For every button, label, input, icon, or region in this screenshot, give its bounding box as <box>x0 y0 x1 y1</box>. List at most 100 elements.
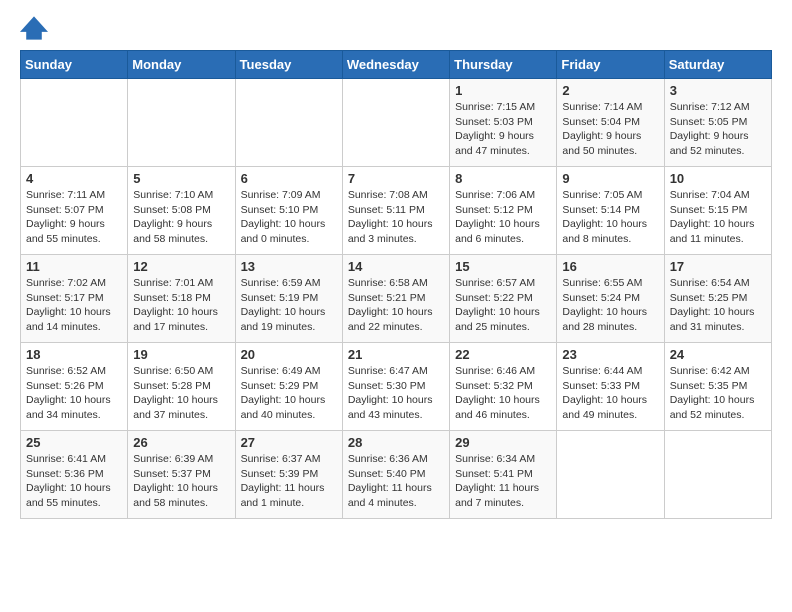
calendar-cell: 12 Sunrise: 7:01 AM Sunset: 5:18 PM Dayli… <box>128 255 235 343</box>
day-info: Sunrise: 7:15 AM Sunset: 5:03 PM Dayligh… <box>455 100 551 159</box>
day-info: Sunrise: 7:10 AM Sunset: 5:08 PM Dayligh… <box>133 188 229 247</box>
calendar-cell: 5 Sunrise: 7:10 AM Sunset: 5:08 PM Daylig… <box>128 167 235 255</box>
calendar-table: SundayMondayTuesdayWednesdayThursdayFrid… <box>20 50 772 519</box>
day-info: Sunrise: 7:09 AM Sunset: 5:10 PM Dayligh… <box>241 188 337 247</box>
day-number: 29 <box>455 435 551 450</box>
day-number: 5 <box>133 171 229 186</box>
day-info: Sunrise: 6:42 AM Sunset: 5:35 PM Dayligh… <box>670 364 766 423</box>
day-info: Sunrise: 7:12 AM Sunset: 5:05 PM Dayligh… <box>670 100 766 159</box>
calendar-cell <box>235 79 342 167</box>
calendar-cell: 23 Sunrise: 6:44 AM Sunset: 5:33 PM Dayli… <box>557 343 664 431</box>
day-number: 25 <box>26 435 122 450</box>
day-number: 15 <box>455 259 551 274</box>
day-number: 7 <box>348 171 444 186</box>
day-info: Sunrise: 6:41 AM Sunset: 5:36 PM Dayligh… <box>26 452 122 511</box>
calendar-cell: 6 Sunrise: 7:09 AM Sunset: 5:10 PM Daylig… <box>235 167 342 255</box>
day-number: 6 <box>241 171 337 186</box>
day-number: 17 <box>670 259 766 274</box>
calendar-week-row: 4 Sunrise: 7:11 AM Sunset: 5:07 PM Daylig… <box>21 167 772 255</box>
calendar-cell: 22 Sunrise: 6:46 AM Sunset: 5:32 PM Dayli… <box>450 343 557 431</box>
day-info: Sunrise: 6:37 AM Sunset: 5:39 PM Dayligh… <box>241 452 337 511</box>
day-number: 1 <box>455 83 551 98</box>
day-number: 23 <box>562 347 658 362</box>
calendar-cell: 9 Sunrise: 7:05 AM Sunset: 5:14 PM Daylig… <box>557 167 664 255</box>
day-number: 12 <box>133 259 229 274</box>
day-number: 24 <box>670 347 766 362</box>
calendar-cell: 19 Sunrise: 6:50 AM Sunset: 5:28 PM Dayli… <box>128 343 235 431</box>
day-info: Sunrise: 6:47 AM Sunset: 5:30 PM Dayligh… <box>348 364 444 423</box>
day-info: Sunrise: 6:54 AM Sunset: 5:25 PM Dayligh… <box>670 276 766 335</box>
calendar-cell: 20 Sunrise: 6:49 AM Sunset: 5:29 PM Dayli… <box>235 343 342 431</box>
weekday-header-row: SundayMondayTuesdayWednesdayThursdayFrid… <box>21 51 772 79</box>
calendar-cell <box>557 431 664 519</box>
calendar-cell: 14 Sunrise: 6:58 AM Sunset: 5:21 PM Dayli… <box>342 255 449 343</box>
day-number: 4 <box>26 171 122 186</box>
calendar-cell <box>128 79 235 167</box>
day-number: 11 <box>26 259 122 274</box>
weekday-header-thursday: Thursday <box>450 51 557 79</box>
day-number: 14 <box>348 259 444 274</box>
day-info: Sunrise: 7:14 AM Sunset: 5:04 PM Dayligh… <box>562 100 658 159</box>
day-number: 28 <box>348 435 444 450</box>
day-info: Sunrise: 6:46 AM Sunset: 5:32 PM Dayligh… <box>455 364 551 423</box>
weekday-header-wednesday: Wednesday <box>342 51 449 79</box>
day-number: 27 <box>241 435 337 450</box>
calendar-cell <box>21 79 128 167</box>
day-number: 8 <box>455 171 551 186</box>
weekday-header-sunday: Sunday <box>21 51 128 79</box>
day-info: Sunrise: 6:44 AM Sunset: 5:33 PM Dayligh… <box>562 364 658 423</box>
calendar-cell: 28Sunrise: 6:36 AM Sunset: 5:40 PM Dayli… <box>342 431 449 519</box>
calendar-cell: 16 Sunrise: 6:55 AM Sunset: 5:24 PM Dayli… <box>557 255 664 343</box>
calendar-cell: 11 Sunrise: 7:02 AM Sunset: 5:17 PM Dayli… <box>21 255 128 343</box>
calendar-cell: 17 Sunrise: 6:54 AM Sunset: 5:25 PM Dayli… <box>664 255 771 343</box>
calendar-week-row: 11 Sunrise: 7:02 AM Sunset: 5:17 PM Dayli… <box>21 255 772 343</box>
day-number: 21 <box>348 347 444 362</box>
day-number: 19 <box>133 347 229 362</box>
calendar-cell: 15Sunrise: 6:57 AM Sunset: 5:22 PM Dayli… <box>450 255 557 343</box>
calendar-cell: 1 Sunrise: 7:15 AM Sunset: 5:03 PM Daylig… <box>450 79 557 167</box>
calendar-cell <box>664 431 771 519</box>
day-info: Sunrise: 6:52 AM Sunset: 5:26 PM Dayligh… <box>26 364 122 423</box>
calendar-week-row: 18 Sunrise: 6:52 AM Sunset: 5:26 PM Dayli… <box>21 343 772 431</box>
day-info: Sunrise: 6:50 AM Sunset: 5:28 PM Dayligh… <box>133 364 229 423</box>
day-number: 18 <box>26 347 122 362</box>
day-info: Sunrise: 6:49 AM Sunset: 5:29 PM Dayligh… <box>241 364 337 423</box>
page-header <box>20 16 772 40</box>
day-number: 10 <box>670 171 766 186</box>
day-info: Sunrise: 7:11 AM Sunset: 5:07 PM Dayligh… <box>26 188 122 247</box>
day-number: 20 <box>241 347 337 362</box>
day-info: Sunrise: 7:02 AM Sunset: 5:17 PM Dayligh… <box>26 276 122 335</box>
logo-icon <box>20 16 48 40</box>
calendar-cell: 24 Sunrise: 6:42 AM Sunset: 5:35 PM Dayli… <box>664 343 771 431</box>
day-info: Sunrise: 6:55 AM Sunset: 5:24 PM Dayligh… <box>562 276 658 335</box>
day-info: Sunrise: 6:59 AM Sunset: 5:19 PM Dayligh… <box>241 276 337 335</box>
calendar-cell: 8 Sunrise: 7:06 AM Sunset: 5:12 PM Daylig… <box>450 167 557 255</box>
day-number: 16 <box>562 259 658 274</box>
calendar-cell: 3Sunrise: 7:12 AM Sunset: 5:05 PM Daylig… <box>664 79 771 167</box>
day-number: 22 <box>455 347 551 362</box>
weekday-header-monday: Monday <box>128 51 235 79</box>
calendar-cell <box>342 79 449 167</box>
calendar-cell: 29 Sunrise: 6:34 AM Sunset: 5:41 PM Dayli… <box>450 431 557 519</box>
weekday-header-saturday: Saturday <box>664 51 771 79</box>
day-info: Sunrise: 7:08 AM Sunset: 5:11 PM Dayligh… <box>348 188 444 247</box>
day-info: Sunrise: 6:39 AM Sunset: 5:37 PM Dayligh… <box>133 452 229 511</box>
calendar-cell: 7 Sunrise: 7:08 AM Sunset: 5:11 PM Daylig… <box>342 167 449 255</box>
calendar-cell: 27 Sunrise: 6:37 AM Sunset: 5:39 PM Dayli… <box>235 431 342 519</box>
day-info: Sunrise: 7:01 AM Sunset: 5:18 PM Dayligh… <box>133 276 229 335</box>
weekday-header-tuesday: Tuesday <box>235 51 342 79</box>
logo <box>20 16 52 40</box>
calendar-week-row: 1 Sunrise: 7:15 AM Sunset: 5:03 PM Daylig… <box>21 79 772 167</box>
day-number: 13 <box>241 259 337 274</box>
day-info: Sunrise: 7:05 AM Sunset: 5:14 PM Dayligh… <box>562 188 658 247</box>
day-info: Sunrise: 6:58 AM Sunset: 5:21 PM Dayligh… <box>348 276 444 335</box>
day-number: 2 <box>562 83 658 98</box>
calendar-cell: 10 Sunrise: 7:04 AM Sunset: 5:15 PM Dayli… <box>664 167 771 255</box>
day-number: 9 <box>562 171 658 186</box>
day-info: Sunrise: 7:04 AM Sunset: 5:15 PM Dayligh… <box>670 188 766 247</box>
day-info: Sunrise: 7:06 AM Sunset: 5:12 PM Dayligh… <box>455 188 551 247</box>
day-info: Sunrise: 6:34 AM Sunset: 5:41 PM Dayligh… <box>455 452 551 511</box>
calendar-cell: 2 Sunrise: 7:14 AM Sunset: 5:04 PM Daylig… <box>557 79 664 167</box>
calendar-cell: 26Sunrise: 6:39 AM Sunset: 5:37 PM Dayli… <box>128 431 235 519</box>
calendar-cell: 13 Sunrise: 6:59 AM Sunset: 5:19 PM Dayli… <box>235 255 342 343</box>
